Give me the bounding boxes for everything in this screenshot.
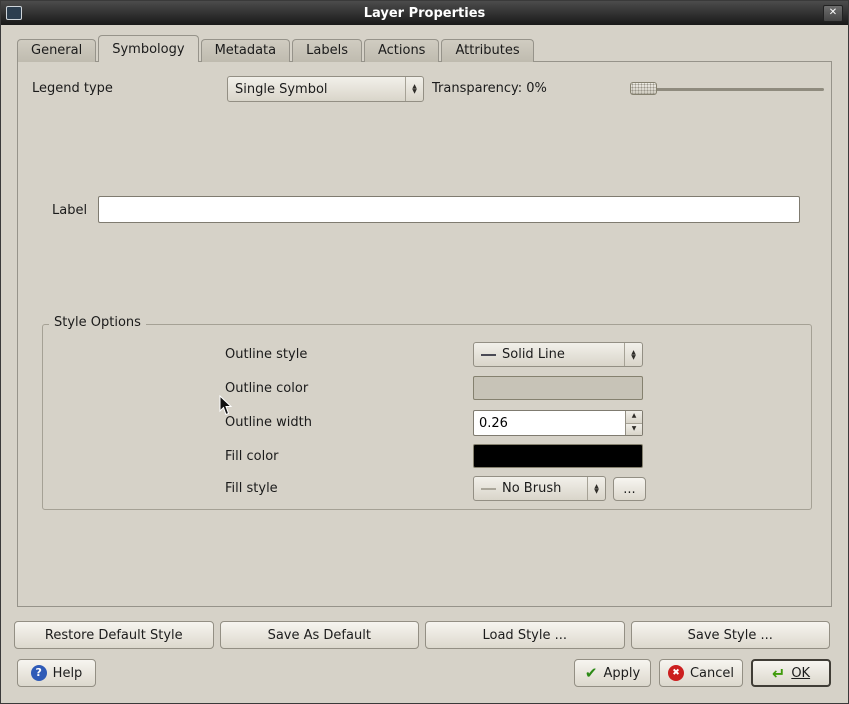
legend-type-combo[interactable]: Single Symbol ▲▼ — [227, 76, 424, 102]
fill-style-combo[interactable]: No Brush ▲▼ — [473, 476, 606, 501]
cancel-label: Cancel — [690, 666, 734, 681]
tab-symbology[interactable]: Symbology — [98, 35, 198, 62]
slider-track[interactable] — [630, 88, 824, 91]
outline-style-label: Outline style — [225, 347, 307, 362]
tab-labels[interactable]: Labels — [292, 39, 362, 62]
combo-arrows-icon: ▲▼ — [587, 477, 605, 500]
apply-check-icon: ✔ — [585, 664, 598, 682]
spin-down-icon[interactable]: ▼ — [626, 424, 642, 436]
fill-style-more-button[interactable]: ... — [613, 477, 646, 501]
help-label: Help — [53, 666, 83, 681]
ok-button[interactable]: ↵ OK — [751, 659, 831, 687]
slider-handle[interactable] — [630, 82, 657, 95]
outline-style-value: Solid Line — [502, 347, 565, 362]
fill-color-button[interactable] — [473, 444, 643, 468]
footer-buttons: ✔ Apply ✖ Cancel ↵ OK — [574, 659, 831, 687]
window-title: Layer Properties — [1, 6, 848, 21]
spin-buttons: ▲ ▼ — [625, 411, 642, 435]
fill-style-label: Fill style — [225, 481, 278, 496]
no-brush-icon — [481, 488, 496, 490]
help-button[interactable]: ? Help — [17, 659, 96, 687]
cancel-x-icon: ✖ — [668, 665, 684, 681]
combo-arrows-icon: ▲▼ — [624, 343, 642, 366]
label-field-label: Label — [52, 203, 87, 218]
tab-general[interactable]: General — [17, 39, 96, 62]
outline-width-input[interactable] — [474, 411, 625, 435]
tab-attributes[interactable]: Attributes — [441, 39, 533, 62]
tab-actions[interactable]: Actions — [364, 39, 440, 62]
combo-arrows-icon: ▲▼ — [405, 77, 423, 101]
outline-width-label: Outline width — [225, 415, 312, 430]
fill-color-label: Fill color — [225, 449, 279, 464]
fill-style-value: No Brush — [502, 481, 561, 496]
solid-line-icon — [481, 354, 496, 356]
ok-label: OK — [791, 666, 810, 681]
tab-metadata[interactable]: Metadata — [201, 39, 291, 62]
outline-color-button[interactable] — [473, 376, 643, 400]
outline-style-combo[interactable]: Solid Line ▲▼ — [473, 342, 643, 367]
outline-width-spinbox[interactable]: ▲ ▼ — [473, 410, 643, 436]
restore-default-style-button[interactable]: Restore Default Style — [14, 621, 214, 649]
transparency-slider[interactable] — [630, 81, 824, 97]
save-as-default-button[interactable]: Save As Default — [220, 621, 420, 649]
apply-button[interactable]: ✔ Apply — [574, 659, 651, 687]
ok-return-icon: ↵ — [772, 664, 785, 683]
titlebar[interactable]: Layer Properties ✕ — [1, 1, 848, 25]
close-button[interactable]: ✕ — [823, 5, 843, 22]
style-options-title: Style Options — [49, 315, 146, 330]
layer-properties-dialog: Layer Properties ✕ General Symbology Met… — [0, 0, 849, 704]
style-options-group: Style Options Outline style Solid Line ▲… — [42, 324, 812, 510]
window-icon — [6, 6, 22, 20]
symbology-tab-panel: Legend type Single Symbol ▲▼ Transparenc… — [17, 61, 832, 607]
apply-label: Apply — [603, 666, 640, 681]
close-icon: ✕ — [829, 7, 837, 18]
tab-bar: General Symbology Metadata Labels Action… — [17, 35, 536, 62]
label-input[interactable] — [98, 196, 800, 223]
legend-type-label: Legend type — [32, 81, 113, 96]
outline-color-label: Outline color — [225, 381, 308, 396]
cancel-button[interactable]: ✖ Cancel — [659, 659, 743, 687]
save-style-button[interactable]: Save Style ... — [631, 621, 831, 649]
load-style-button[interactable]: Load Style ... — [425, 621, 625, 649]
spin-up-icon[interactable]: ▲ — [626, 411, 642, 424]
help-icon: ? — [31, 665, 47, 681]
style-buttons-row: Restore Default Style Save As Default Lo… — [14, 621, 830, 649]
legend-type-value: Single Symbol — [235, 82, 328, 97]
transparency-label: Transparency: 0% — [432, 81, 547, 96]
